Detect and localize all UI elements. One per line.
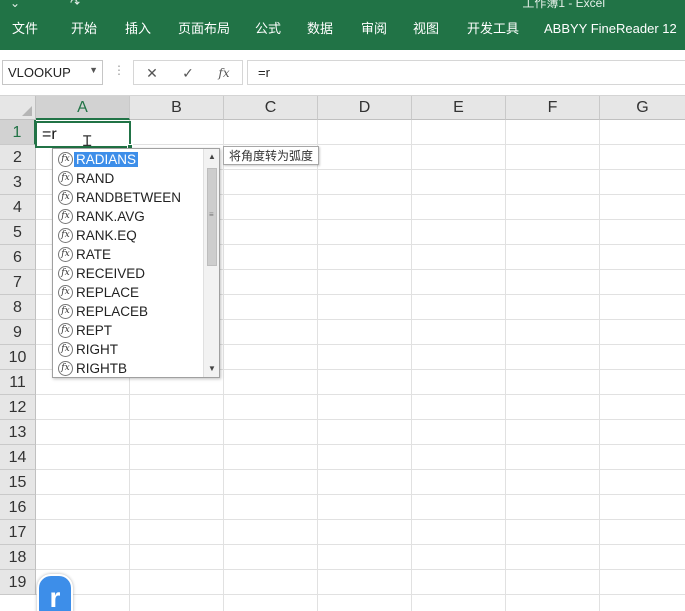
autocomplete-item-rept[interactable]: fx REPT bbox=[54, 321, 204, 340]
formula-input[interactable]: =r bbox=[247, 60, 685, 85]
redo-icon[interactable]: ↷ bbox=[70, 0, 80, 10]
function-autocomplete[interactable]: fx RADIANS fx RAND fx RANDBETWEEN fx RANK.AV… bbox=[52, 148, 220, 378]
tab-review[interactable]: 审阅 bbox=[361, 19, 387, 39]
autocomplete-item-radians[interactable]: fx RADIANS bbox=[54, 150, 204, 169]
fx-icon: fx bbox=[58, 323, 73, 338]
row-header-17[interactable]: 17 bbox=[0, 520, 36, 545]
tab-home[interactable]: 开始 bbox=[71, 19, 97, 39]
autocomplete-item-rand[interactable]: fx RAND bbox=[54, 169, 204, 188]
fx-icon: fx bbox=[58, 209, 73, 224]
scroll-up-icon[interactable]: ▲ bbox=[204, 149, 220, 165]
insert-function-icon[interactable]: fx bbox=[212, 63, 236, 83]
row-header-14[interactable]: 14 bbox=[0, 445, 36, 470]
column-header-f[interactable]: F bbox=[506, 96, 600, 120]
row-header-4[interactable]: 4 bbox=[0, 195, 36, 220]
fx-icon: fx bbox=[58, 361, 73, 376]
quick-access-icon[interactable]: ⌄ bbox=[10, 0, 20, 10]
column-header-b[interactable]: B bbox=[130, 96, 224, 120]
scroll-down-icon[interactable]: ▼ bbox=[204, 361, 220, 377]
row-header-1[interactable]: 1 bbox=[0, 120, 36, 145]
fx-icon: fx bbox=[58, 190, 73, 205]
autocomplete-scrollbar[interactable]: ▲ ≡ ▼ bbox=[203, 149, 219, 377]
scrollbar-thumb[interactable]: ≡ bbox=[207, 168, 217, 266]
row-header-16[interactable]: 16 bbox=[0, 495, 36, 520]
tab-formulas[interactable]: 公式 bbox=[255, 19, 281, 39]
keystroke-badge: r bbox=[37, 574, 73, 611]
row-header-12[interactable]: 12 bbox=[0, 395, 36, 420]
formula-text: =r bbox=[258, 65, 270, 80]
tab-view[interactable]: 视图 bbox=[413, 19, 439, 39]
select-all-button[interactable] bbox=[0, 96, 36, 120]
autocomplete-item-rate[interactable]: fx RATE bbox=[54, 245, 204, 264]
row-header-8[interactable]: 8 bbox=[0, 295, 36, 320]
column-header-d[interactable]: D bbox=[318, 96, 412, 120]
row-header-9[interactable]: 9 bbox=[0, 320, 36, 345]
autocomplete-item-rank-avg[interactable]: fx RANK.AVG bbox=[54, 207, 204, 226]
row-header-10[interactable]: 10 bbox=[0, 345, 36, 370]
row-header-5[interactable]: 5 bbox=[0, 220, 36, 245]
autocomplete-item-rightb[interactable]: fx RIGHTB bbox=[54, 359, 204, 378]
column-header-g[interactable]: G bbox=[600, 96, 685, 120]
name-box[interactable]: VLOOKUP ▼ bbox=[2, 60, 103, 85]
formula-buttons: ✕ ✓ fx bbox=[133, 60, 243, 85]
row-header-7[interactable]: 7 bbox=[0, 270, 36, 295]
row-header-19[interactable]: 19 bbox=[0, 570, 36, 595]
splitter-handle[interactable]: ⋮ bbox=[113, 63, 125, 77]
row-header-6[interactable]: 6 bbox=[0, 245, 36, 270]
autocomplete-item-rank-eq[interactable]: fx RANK.EQ bbox=[54, 226, 204, 245]
autocomplete-item-replace[interactable]: fx REPLACE bbox=[54, 283, 204, 302]
autocomplete-item-received[interactable]: fx RECEIVED bbox=[54, 264, 204, 283]
row-header-18[interactable]: 18 bbox=[0, 545, 36, 570]
grip-icon: ≡ bbox=[209, 210, 214, 219]
fx-icon: fx bbox=[58, 342, 73, 357]
tab-data[interactable]: 数据 bbox=[307, 19, 333, 39]
tab-page-layout[interactable]: 页面布局 bbox=[178, 19, 230, 39]
row-header-15[interactable]: 15 bbox=[0, 470, 36, 495]
autocomplete-item-right[interactable]: fx RIGHT bbox=[54, 340, 204, 359]
tab-developer[interactable]: 开发工具 bbox=[467, 19, 519, 39]
row-header-11[interactable]: 11 bbox=[0, 370, 36, 395]
fx-icon: fx bbox=[58, 152, 73, 167]
formula-bar: VLOOKUP ▼ ⋮ ✕ ✓ fx =r bbox=[0, 50, 685, 96]
column-header-e[interactable]: E bbox=[412, 96, 506, 120]
tab-file[interactable]: 文件 bbox=[12, 19, 38, 39]
tab-insert[interactable]: 插入 bbox=[125, 19, 151, 39]
row-header-13[interactable]: 13 bbox=[0, 420, 36, 445]
window-title: 工作簿1 - Excel bbox=[522, 0, 605, 10]
column-header-a[interactable]: A bbox=[36, 96, 130, 120]
tab-abbyy[interactable]: ABBYY FineReader 12 bbox=[544, 19, 677, 39]
row-header-3[interactable]: 3 bbox=[0, 170, 36, 195]
name-box-value: VLOOKUP bbox=[8, 65, 71, 80]
row-header-2[interactable]: 2 bbox=[0, 145, 36, 170]
autocomplete-item-randbetween[interactable]: fx RANDBETWEEN bbox=[54, 188, 204, 207]
autocomplete-list: fx RADIANS fx RAND fx RANDBETWEEN fx RANK.AV… bbox=[54, 150, 204, 378]
fx-icon: fx bbox=[58, 304, 73, 319]
fx-icon: fx bbox=[58, 266, 73, 281]
cancel-icon[interactable]: ✕ bbox=[140, 63, 164, 83]
fx-icon: fx bbox=[58, 228, 73, 243]
function-tooltip: 将角度转为弧度 bbox=[223, 146, 320, 165]
autocomplete-item-replaceb[interactable]: fx REPLACEB bbox=[54, 302, 204, 321]
chevron-down-icon[interactable]: ▼ bbox=[89, 65, 98, 75]
fx-icon: fx bbox=[58, 171, 73, 186]
column-header-c[interactable]: C bbox=[224, 96, 318, 120]
active-cell-text: =r bbox=[42, 126, 57, 143]
fx-icon: fx bbox=[58, 285, 73, 300]
check-icon[interactable]: ✓ bbox=[176, 63, 200, 83]
fx-icon: fx bbox=[58, 247, 73, 262]
ribbon: ⌄ ↷ 工作簿1 - Excel 文件 开始 插入 页面布局 公式 数据 审阅 … bbox=[0, 0, 685, 50]
